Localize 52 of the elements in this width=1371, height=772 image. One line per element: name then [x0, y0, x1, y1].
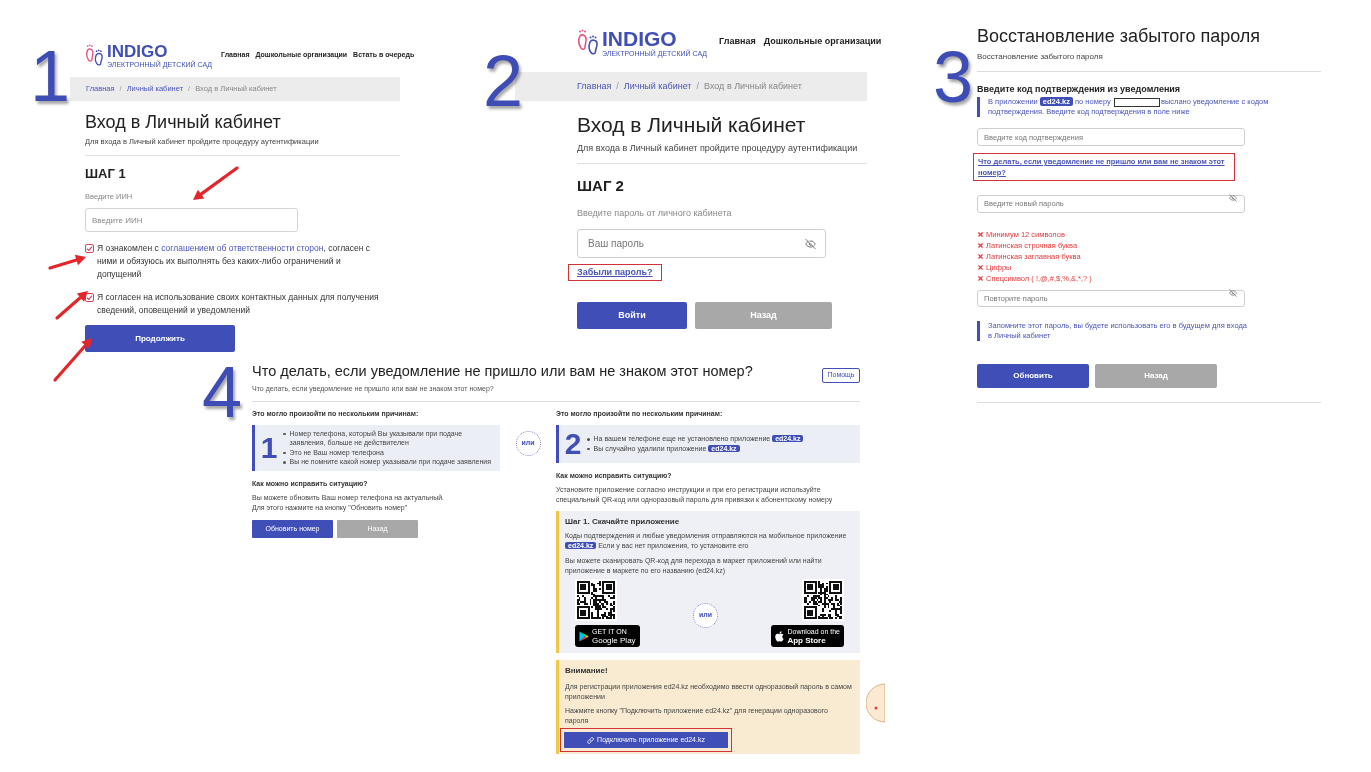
step-number: 2: [483, 45, 524, 117]
link-icon: [587, 736, 595, 744]
breadcrumb-link[interactable]: Главная: [577, 79, 612, 94]
nav-link[interactable]: Дошкольные организации: [763, 35, 882, 49]
qr-code-icon: [802, 579, 844, 621]
partial-circle-drawing: [866, 683, 885, 723]
page-subtitle: Для входа в Личный кабинет пройдите процедуру аутентификации: [576, 142, 859, 154]
qr-code-icon: [575, 579, 617, 621]
breadcrumb-separator: /: [616, 79, 619, 93]
bullet-icon: [587, 438, 590, 441]
bullet-icon: [587, 447, 590, 450]
case-number: 1: [260, 432, 278, 463]
logo-text: INDIGO: [602, 27, 677, 49]
breadcrumb-link[interactable]: Личный кабинет: [623, 79, 692, 94]
password-input[interactable]: Ваш пароль: [577, 229, 826, 258]
bullet-icon: [283, 432, 286, 435]
play-icon: [579, 630, 589, 642]
step-number: 1: [30, 40, 71, 112]
apple-icon: [775, 630, 785, 642]
breadcrumb-separator: /: [696, 79, 699, 93]
checkbox[interactable]: [85, 244, 94, 253]
eye-slash-icon[interactable]: [1229, 194, 1237, 202]
step-title: ШАГ 1: [84, 166, 127, 182]
page-title: Вход в Личный кабинет: [84, 111, 282, 133]
submit-button[interactable]: Продолжить: [85, 325, 235, 352]
warning-title: Внимание!: [565, 666, 609, 676]
breadcrumb-current: Вход в Личный кабинет: [704, 79, 802, 93]
agreement-text: Я ознакомлен с соглашением об ответственности сторон, согласен с ними и обязуюсь их выполнять без каких-либо ограничений и допущений: [97, 242, 372, 281]
submit-button[interactable]: Обновить: [977, 364, 1089, 388]
logo-text: INDIGO: [107, 42, 168, 60]
step-number: 4: [202, 356, 243, 428]
nav-link[interactable]: Главная: [719, 35, 756, 49]
step-number: 3: [933, 41, 974, 113]
field-label: Введите пароль от личного кабинета: [576, 207, 733, 219]
section-title: Введите код подтверждения из уведомления: [977, 83, 1182, 95]
case-number: 2: [564, 428, 582, 459]
step-title: ШАГ 2: [576, 177, 625, 195]
bullet-icon: [283, 461, 286, 464]
bullet-icon: [283, 451, 286, 454]
iin-input[interactable]: Введите ИИН: [85, 208, 298, 232]
footprints-icon: [85, 44, 104, 66]
page-title: Вход в Личный кабинет: [576, 112, 807, 138]
submit-button[interactable]: Войти: [577, 302, 687, 329]
agreement-text: Я согласен на использование своих контактных данных для получения сведений, оповещений и уведомлений: [97, 291, 380, 317]
page-title: Восстановление забытого пароля: [977, 25, 1262, 47]
forgot-password-link[interactable]: Забыли пароль?: [577, 267, 653, 278]
page-subtitle: Восстановление забытого пароля: [977, 52, 1104, 62]
footprints-icon: [577, 29, 599, 55]
step-title: Шаг 1. Скачайте приложение: [565, 517, 681, 527]
page-title: Что делать, если уведомление не пришло или вам не знаком этот номер?: [252, 362, 753, 381]
eye-slash-icon[interactable]: [805, 238, 816, 249]
eye-slash-icon[interactable]: [1229, 288, 1237, 297]
